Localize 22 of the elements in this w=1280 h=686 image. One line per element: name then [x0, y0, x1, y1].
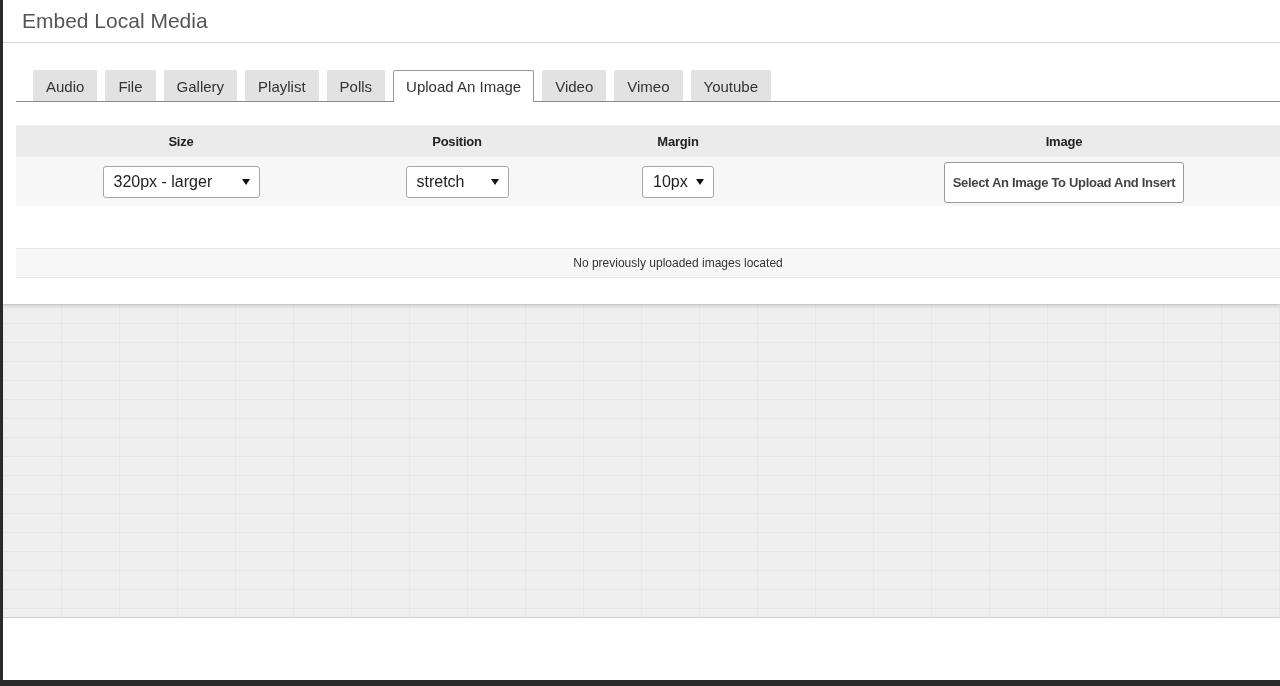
tab[interactable]: Upload An Image	[393, 70, 535, 102]
dropdown-select[interactable]: 10px	[642, 165, 714, 198]
tab[interactable]: Gallery	[163, 70, 238, 101]
tab[interactable]: Youtube	[690, 70, 772, 101]
dialog-title: Embed Local Media	[22, 9, 208, 33]
upload-image-button[interactable]: Select An Image To Upload And Insert	[943, 162, 1185, 203]
notice-text: No previously uploaded images located	[573, 256, 783, 270]
column-header: Margin	[657, 133, 699, 149]
tab[interactable]: Audio	[33, 70, 98, 101]
tab[interactable]: Vimeo	[614, 70, 683, 101]
column-header: Position	[432, 133, 482, 149]
tab[interactable]: Video	[542, 70, 607, 101]
column-header: Size	[168, 133, 194, 149]
tab[interactable]: File	[105, 70, 156, 101]
caret-icon	[241, 178, 250, 185]
dropdown-select[interactable]: stretch	[405, 165, 509, 198]
dropdown-select[interactable]: 320px - larger	[102, 165, 260, 198]
column-header: Image	[1045, 133, 1083, 149]
caret-icon	[696, 178, 704, 185]
caret-icon	[490, 178, 499, 185]
tab[interactable]: Polls	[326, 70, 386, 101]
tab[interactable]: Playlist	[245, 70, 319, 101]
